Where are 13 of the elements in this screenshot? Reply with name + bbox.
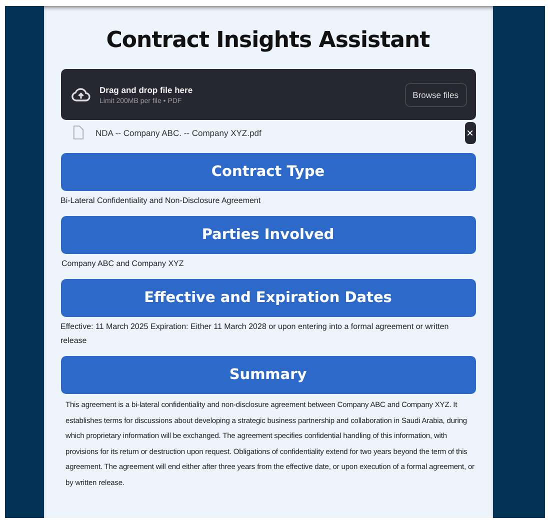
browse-files-button[interactable]: Browse files bbox=[404, 82, 466, 106]
dropzone-prompt: Drag and drop file here bbox=[100, 84, 194, 94]
section-heading: Effective and Expiration Dates bbox=[60, 279, 476, 317]
app-title: Contract Insights Assistant bbox=[105, 28, 431, 53]
section-text: Bi-Lateral Confidentiality and Non-Disclosure Agreement bbox=[60, 195, 262, 207]
file-icon bbox=[72, 125, 84, 140]
file-name: NDA -- Company ABC. -- Company XYZ.pdf bbox=[96, 128, 262, 138]
section-heading: Summary bbox=[60, 356, 476, 394]
remove-file-button[interactable]: × bbox=[464, 122, 476, 144]
section-heading: Parties Involved bbox=[60, 216, 476, 254]
section-heading: Contract Type bbox=[60, 153, 476, 191]
section-text: Effective: 11 March 2025 Expiration: Either 11 March 2028 or upon entering into a formal agreement or written release bbox=[60, 321, 450, 347]
section-text: Company ABC and Company XYZ bbox=[60, 258, 185, 270]
